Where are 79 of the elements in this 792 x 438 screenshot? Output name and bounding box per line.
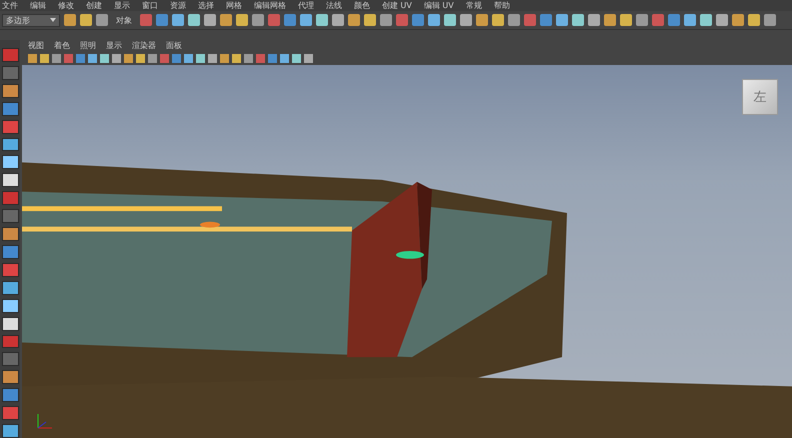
toolbar-icon[interactable] (636, 14, 648, 26)
toolbar-icon[interactable] (444, 14, 456, 26)
tool-icon[interactable] (2, 227, 18, 241)
panel-menu-item[interactable]: 视图 (28, 41, 44, 51)
menu-item[interactable]: 代理 (298, 0, 314, 10)
tool-icon[interactable] (2, 298, 18, 313)
toolbar-icon[interactable] (348, 14, 360, 26)
toolbar-icon[interactable] (364, 14, 376, 26)
toolbar-icon[interactable] (204, 14, 216, 26)
panel-menu-item[interactable]: 着色 (54, 41, 70, 51)
toolbar-icon[interactable] (524, 14, 536, 26)
toolbar-icon[interactable] (508, 14, 520, 26)
menu-item[interactable]: 编辑 UV (424, 0, 454, 10)
toolbar-icon[interactable] (540, 14, 552, 26)
toolbar-icon[interactable] (284, 14, 296, 26)
toolbar-icon[interactable] (156, 14, 168, 26)
menu-item[interactable]: 窗口 (142, 0, 158, 10)
panel-menu-item[interactable]: 显示 (106, 41, 122, 51)
panel-menu-item[interactable]: 渲染器 (132, 41, 156, 51)
menu-item[interactable]: 资源 (170, 0, 186, 10)
toolbar-icon[interactable] (748, 14, 760, 26)
panel-menu-item[interactable]: 面板 (166, 41, 182, 51)
menu-item[interactable]: 创建 UV (382, 0, 412, 10)
toolbar-icon[interactable] (492, 14, 504, 26)
menu-item[interactable]: 创建 (86, 0, 102, 10)
menu-item[interactable]: 修改 (58, 0, 74, 10)
toolbar-icon[interactable] (700, 14, 712, 26)
toolbar-icon[interactable] (716, 14, 728, 26)
caret-icon (50, 18, 56, 22)
toolbar-icon[interactable] (316, 14, 328, 26)
toolbar-icon[interactable] (476, 14, 488, 26)
tool-icon[interactable] (2, 155, 18, 170)
menu-item[interactable]: 帮助 (494, 0, 510, 10)
tool-icon[interactable] (2, 138, 18, 152)
menu-item[interactable]: 常规 (466, 0, 482, 10)
toolbar-icon[interactable] (572, 14, 584, 26)
toolbar-icon[interactable] (380, 14, 392, 26)
tool-icon[interactable] (2, 173, 18, 188)
toolbar-icon[interactable] (684, 14, 696, 26)
toolbar-icon[interactable] (236, 14, 248, 26)
tool-icon[interactable] (2, 370, 18, 384)
tool-icon[interactable] (2, 280, 18, 295)
tool-icon[interactable] (2, 424, 18, 438)
menu-item[interactable]: 显示 (114, 0, 130, 10)
toolbar-icon[interactable] (300, 14, 312, 26)
toolbar-icon[interactable] (396, 14, 408, 26)
toolbar-icon[interactable] (460, 14, 472, 26)
toolbar-icon[interactable] (172, 14, 184, 26)
toolbar-icon[interactable] (332, 14, 344, 26)
toolbar-icon[interactable] (252, 14, 264, 26)
selection-mode-field[interactable]: 对象 (112, 14, 136, 26)
menu-item[interactable]: 法线 (326, 0, 342, 10)
toolbar-icon[interactable] (268, 14, 280, 26)
menu-item[interactable]: 编辑 (30, 0, 46, 10)
toolbar-icon[interactable] (96, 14, 108, 26)
menu-item[interactable]: 颜色 (354, 0, 370, 10)
mode-dropdown[interactable]: 多边形 (2, 14, 60, 26)
toolbar-icon[interactable] (220, 14, 232, 26)
toolbar-icon[interactable] (732, 14, 744, 26)
toolbar-icon[interactable] (140, 14, 152, 26)
toolbar-icon[interactable] (556, 14, 568, 26)
panel-menu-item[interactable]: 照明 (80, 41, 96, 51)
toolbar-icon[interactable] (668, 14, 680, 26)
toolbar-icon[interactable] (80, 14, 92, 26)
toolbar-icon[interactable] (604, 14, 616, 26)
menu-item[interactable]: 文件 (2, 0, 18, 10)
toolbar-icon[interactable] (64, 14, 76, 26)
toolbar-icon[interactable] (588, 14, 600, 26)
toolbar-icon[interactable] (428, 14, 440, 26)
tool-icon[interactable] (2, 84, 18, 98)
menu-item[interactable]: 编辑网格 (254, 0, 286, 10)
menu-item[interactable]: 选择 (198, 0, 214, 10)
menu-item[interactable]: 网格 (226, 0, 242, 10)
toolbar-icon[interactable] (620, 14, 632, 26)
tool-icon[interactable] (2, 316, 18, 330)
toolbar-icon[interactable] (764, 14, 776, 26)
toolbar-icon[interactable] (412, 14, 424, 26)
toolbar-icon[interactable] (188, 14, 200, 26)
toolbar-icon[interactable] (652, 14, 664, 26)
